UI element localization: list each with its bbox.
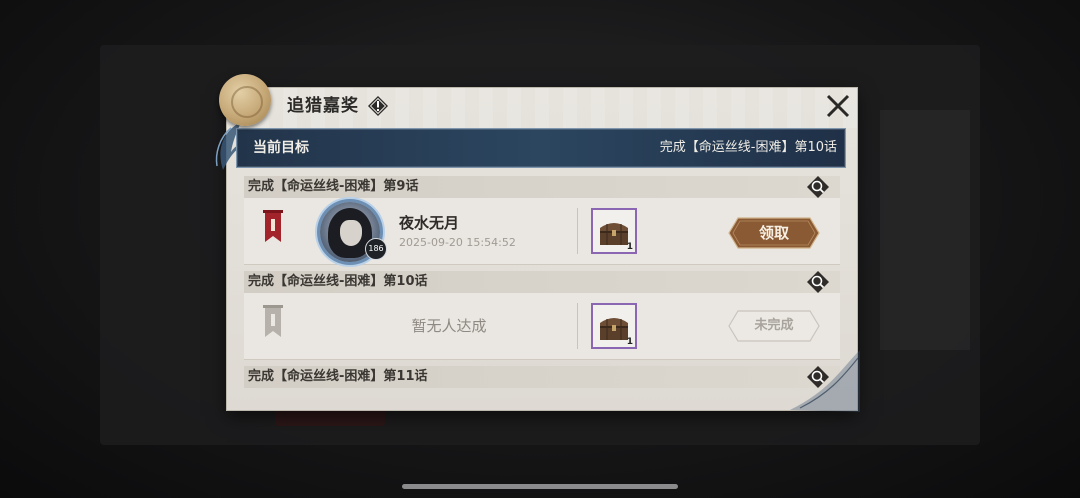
current-goal-value: 完成【命运丝线-困难】第10话 bbox=[659, 140, 837, 155]
current-goal-bar: 当前目标 完成【命运丝线-困难】第10话 bbox=[236, 128, 846, 168]
claim-button[interactable]: 领取 bbox=[728, 216, 820, 250]
reward-quantity: 1 bbox=[626, 242, 633, 252]
claim-button-label: 领取 bbox=[758, 224, 789, 242]
section-header-ch10: 完成【命运丝线-困难】第10话 bbox=[244, 271, 840, 293]
dialog-title: 追猎嘉奖 bbox=[287, 96, 359, 116]
incomplete-button[interactable]: 未完成 bbox=[728, 309, 820, 343]
banner-flag-icon bbox=[263, 210, 283, 242]
home-indicator[interactable] bbox=[402, 484, 678, 489]
search-icon[interactable] bbox=[806, 270, 830, 294]
divider bbox=[577, 303, 578, 349]
player-name: 夜水无月 bbox=[399, 214, 460, 232]
incomplete-button-label: 未完成 bbox=[754, 318, 794, 333]
achieved-timestamp: 2025-09-20 15:54:52 bbox=[399, 236, 516, 249]
list-item: 暂无人达成 1 未完成 bbox=[244, 293, 840, 360]
close-icon[interactable] bbox=[824, 92, 852, 120]
section-header-ch11: 完成【命运丝线-困难】第11话 bbox=[244, 366, 840, 388]
section-header-text: 完成【命运丝线-困难】第11话 bbox=[248, 369, 428, 384]
section-header-text: 完成【命运丝线-困难】第10话 bbox=[248, 274, 428, 289]
banner-flag-icon bbox=[263, 305, 283, 337]
reward-slot[interactable]: 1 bbox=[591, 303, 637, 349]
info-icon[interactable] bbox=[368, 96, 388, 116]
no-achiever-text: 暂无人达成 bbox=[411, 317, 487, 335]
reward-slot[interactable]: 1 bbox=[591, 208, 637, 254]
reward-quantity: 1 bbox=[626, 337, 633, 347]
treasure-chest-icon bbox=[600, 223, 628, 245]
level-badge: 186 bbox=[365, 238, 387, 260]
wax-seal-icon bbox=[219, 74, 271, 126]
treasure-chest-icon bbox=[600, 318, 628, 340]
divider bbox=[577, 208, 578, 254]
list-item: 186 夜水无月 2025-09-20 15:54:52 1 领取 bbox=[244, 198, 840, 265]
section-header-text: 完成【命运丝线-困难】第9话 bbox=[248, 179, 419, 194]
ink-splash-decoration bbox=[790, 350, 860, 412]
current-goal-label: 当前目标 bbox=[253, 140, 309, 156]
search-icon[interactable] bbox=[806, 175, 830, 199]
section-header-ch9: 完成【命运丝线-困难】第9话 bbox=[244, 176, 840, 198]
